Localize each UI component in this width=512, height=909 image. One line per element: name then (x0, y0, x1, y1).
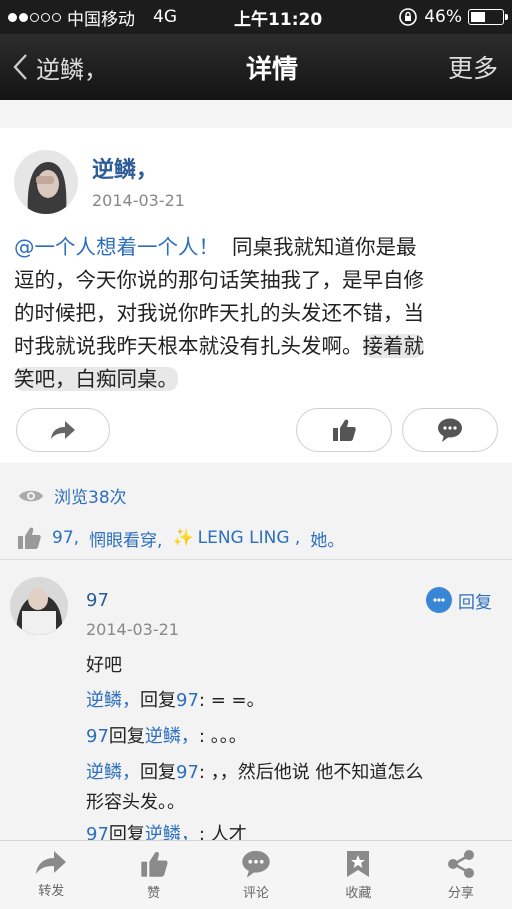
speech-bubble-icon (438, 418, 462, 442)
toolbar-share-button[interactable]: 分享 (410, 841, 512, 909)
reply-line: 逆鳞，回复97: ，，然后他说 他不知道怎么 (86, 762, 424, 783)
comment-body: 好吧 (86, 655, 122, 676)
post-author-name[interactable]: 逆鳞， (92, 152, 158, 184)
reply-line: 逆鳞，回复97: = =。 (86, 690, 265, 711)
more-button[interactable]: 更多 (432, 49, 512, 85)
navigation-bar: 逆鳞， 详情 更多 (0, 34, 512, 100)
reply-line: 形容头发。。 (86, 792, 185, 813)
like-button[interactable] (296, 408, 392, 452)
bottom-toolbar: 转发 赞 评论 收藏 分享 (0, 840, 512, 909)
liker-leng-ling[interactable]: LENG LING , (198, 528, 301, 548)
page-title: 详情 (245, 54, 298, 85)
liker-97[interactable]: 97, (52, 528, 79, 548)
battery-icon (468, 9, 508, 25)
commenter-name[interactable]: 97 (86, 590, 109, 611)
reply-bubble-icon (426, 587, 452, 613)
comment-date: 2014-03-21 (86, 620, 179, 639)
back-button[interactable]: 逆鳞， (0, 50, 170, 85)
speech-bubble-icon (242, 850, 270, 878)
toolbar-comment-button[interactable]: 评论 (205, 841, 307, 909)
app-screen: 中国移动 4G 上午11:20 46% 逆鳞， 详情 更多 逆鳞， 2014-0… (0, 0, 512, 909)
likers-list: 97, 惘眼看穿, ✨ LENG LING , 她。 (16, 525, 344, 551)
eye-icon (19, 490, 43, 501)
forward-button[interactable] (16, 408, 110, 452)
clock: 上午11:20 (234, 9, 323, 30)
status-bar: 中国移动 4G 上午11:20 46% (0, 0, 512, 34)
chevron-left-icon (13, 54, 27, 80)
thumbs-up-icon (18, 527, 41, 549)
mention-link[interactable]: @一个人想着一个人！ (14, 235, 219, 259)
forward-arrow-icon (36, 851, 67, 874)
reply-line: 97回复逆鳞，: 。。。 (86, 726, 247, 747)
back-label: 逆鳞， (36, 55, 108, 84)
post-date: 2014-03-21 (92, 191, 185, 210)
forward-arrow-icon (51, 421, 75, 439)
share-icon (447, 850, 474, 878)
rotation-lock-icon (399, 8, 418, 26)
commenter-avatar[interactable] (10, 577, 68, 635)
toolbar-forward-button[interactable]: 转发 (0, 841, 102, 909)
signal-strength-icon (8, 12, 61, 22)
thumbs-up-icon (333, 419, 356, 441)
views-count: 浏览38次 (18, 483, 127, 508)
toolbar-like-button[interactable]: 赞 (102, 841, 204, 909)
bookmark-star-icon (347, 851, 370, 877)
liker-name[interactable]: 惘眼看穿, (89, 526, 162, 551)
post-body: @一个人想着一个人！ 同桌我就知道你是最 逗的，今天你说的那句话笑抽我了，是早自… (14, 235, 424, 391)
toolbar-favorite-button[interactable]: 收藏 (307, 841, 409, 909)
liker-she[interactable]: 她。 (310, 526, 344, 551)
comment-button[interactable] (402, 408, 498, 452)
network-label: 4G (153, 7, 177, 27)
battery-percent: 46% (424, 7, 462, 27)
sparkles-icon: ✨ (172, 528, 194, 548)
carrier-label: 中国移动 (67, 9, 135, 30)
reply-button[interactable]: 回复 (426, 587, 492, 613)
thumbs-up-icon (140, 852, 168, 877)
highlighted-text: 接着就 (362, 334, 424, 358)
author-avatar[interactable] (14, 150, 78, 214)
